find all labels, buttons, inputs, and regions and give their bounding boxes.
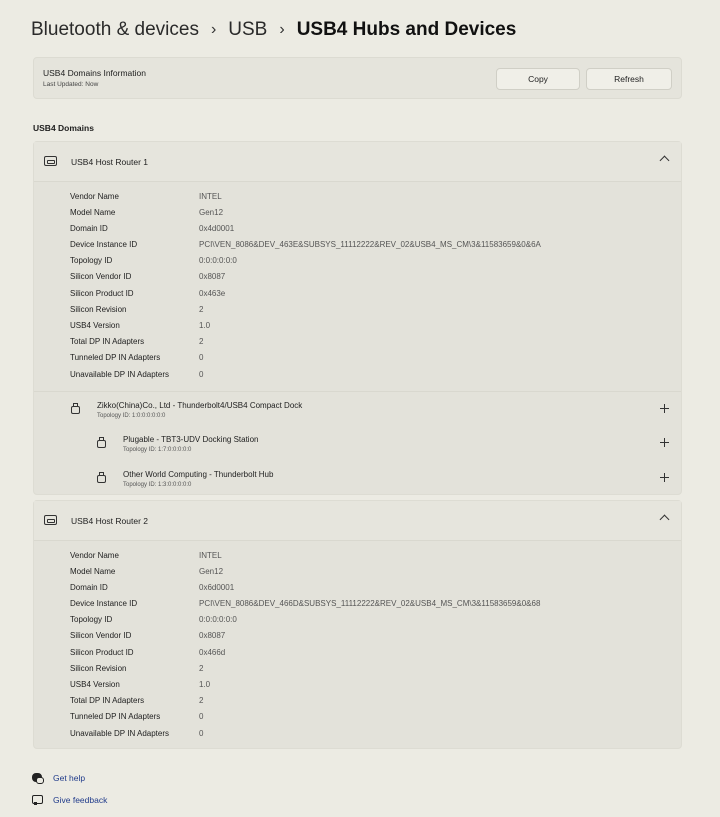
host-router-1-panel: USB4 Host Router 1 Vendor Name INTEL Mod… bbox=[33, 141, 682, 495]
prop-label: Tunneled DP IN Adapters bbox=[70, 712, 161, 721]
plus-icon[interactable] bbox=[660, 438, 669, 447]
device-owc-hub[interactable]: Other World Computing - Thunderbolt Hub … bbox=[34, 461, 681, 496]
prop-label: Topology ID bbox=[70, 615, 113, 624]
chevron-up-icon[interactable] bbox=[659, 155, 670, 166]
prop-value: 0x463e bbox=[199, 289, 226, 298]
prop-label: Total DP IN Adapters bbox=[70, 337, 145, 346]
prop-value: 0 bbox=[199, 729, 204, 738]
device-plugable-station[interactable]: Plugable - TBT3-UDV Docking Station Topo… bbox=[34, 426, 681, 461]
section-title: USB4 Domains bbox=[33, 123, 94, 133]
prop-value: 0x8087 bbox=[199, 272, 226, 281]
host-router-2-header[interactable]: USB4 Host Router 2 bbox=[34, 501, 681, 541]
prop-label: Model Name bbox=[70, 567, 116, 576]
breadcrumb-usb[interactable]: USB bbox=[228, 19, 267, 41]
last-updated-text: Last Updated: Now bbox=[43, 81, 99, 88]
get-help-label: Get help bbox=[53, 773, 86, 783]
device-title: Zikko(China)Co., Ltd - Thunderbolt4/USB4… bbox=[97, 401, 303, 410]
prop-label: Device Instance ID bbox=[70, 240, 138, 249]
prop-value: 2 bbox=[199, 696, 204, 705]
router-icon bbox=[44, 515, 57, 525]
prop-value: 0 bbox=[199, 353, 204, 362]
plus-icon[interactable] bbox=[660, 473, 669, 482]
device-zikko-dock[interactable]: Zikko(China)Co., Ltd - Thunderbolt4/USB4… bbox=[34, 391, 681, 426]
host-router-1-header[interactable]: USB4 Host Router 1 bbox=[34, 142, 681, 182]
host-router-2-panel: USB4 Host Router 2 Vendor Name INTEL Mod… bbox=[33, 500, 682, 749]
prop-value: Gen12 bbox=[199, 208, 224, 217]
prop-label: Vendor Name bbox=[70, 192, 119, 201]
prop-value: 0x8087 bbox=[199, 631, 226, 640]
prop-value: INTEL bbox=[199, 551, 222, 560]
device-topology: Topology ID: 1:0:0:0:0:0:0 bbox=[97, 413, 166, 419]
prop-value: 2 bbox=[199, 305, 204, 314]
prop-value: 0 bbox=[199, 370, 204, 379]
prop-label: Silicon Product ID bbox=[70, 648, 134, 657]
give-feedback-link[interactable]: Give feedback bbox=[31, 794, 107, 806]
prop-label: Silicon Vendor ID bbox=[70, 631, 132, 640]
refresh-button[interactable]: Refresh bbox=[586, 68, 672, 90]
copy-button[interactable]: Copy bbox=[496, 68, 580, 90]
usb-plug-icon bbox=[97, 472, 106, 484]
prop-value: Gen12 bbox=[199, 567, 224, 576]
device-title: Plugable - TBT3-UDV Docking Station bbox=[123, 435, 259, 444]
usb-plug-icon bbox=[71, 403, 80, 415]
device-topology: Topology ID: 1:3:0:0:0:0:0 bbox=[123, 482, 192, 488]
prop-value: 0:0:0:0:0:0 bbox=[199, 615, 237, 624]
prop-label: Silicon Product ID bbox=[70, 289, 134, 298]
chevron-right-icon: › bbox=[279, 21, 285, 38]
give-feedback-label: Give feedback bbox=[53, 795, 108, 805]
prop-label: USB4 Version bbox=[70, 680, 120, 689]
page-title: USB4 Hubs and Devices bbox=[296, 19, 517, 40]
prop-label: Topology ID bbox=[70, 256, 113, 265]
prop-value: 1.0 bbox=[199, 321, 211, 330]
get-help-link[interactable]: Get help bbox=[31, 772, 85, 784]
prop-label: Device Instance ID bbox=[70, 599, 138, 608]
prop-label: Domain ID bbox=[70, 224, 108, 233]
device-title: Other World Computing - Thunderbolt Hub bbox=[123, 470, 274, 479]
prop-value: PCI\VEN_8086&DEV_463E&SUBSYS_11112222&RE… bbox=[199, 240, 541, 249]
chevron-right-icon: › bbox=[210, 21, 217, 38]
prop-value: 2 bbox=[199, 337, 204, 346]
prop-value: 0:0:0:0:0:0 bbox=[199, 256, 237, 265]
usb-plug-icon bbox=[97, 437, 106, 449]
prop-label: Unavailable DP IN Adapters bbox=[70, 370, 170, 379]
prop-label: Model Name bbox=[70, 208, 116, 217]
prop-value: 0x4d0001 bbox=[199, 224, 235, 233]
prop-label: USB4 Version bbox=[70, 321, 120, 330]
feedback-icon bbox=[31, 794, 43, 806]
prop-value: 0 bbox=[199, 712, 204, 721]
breadcrumb: Bluetooth & devices › USB › USB4 Hubs an… bbox=[31, 19, 516, 41]
breadcrumb-bluetooth-devices[interactable]: Bluetooth & devices bbox=[31, 19, 199, 41]
prop-value: PCI\VEN_8086&DEV_466D&SUBSYS_11112222&RE… bbox=[199, 599, 541, 608]
prop-value: 2 bbox=[199, 664, 204, 673]
chevron-up-icon[interactable] bbox=[659, 514, 670, 525]
prop-value: 0x6d0001 bbox=[199, 583, 235, 592]
prop-label: Tunneled DP IN Adapters bbox=[70, 353, 161, 362]
prop-value: INTEL bbox=[199, 192, 222, 201]
prop-label: Unavailable DP IN Adapters bbox=[70, 729, 170, 738]
prop-value: 0x466d bbox=[199, 648, 226, 657]
router-icon bbox=[44, 156, 57, 166]
router-title: USB4 Host Router 1 bbox=[71, 157, 149, 167]
prop-label: Silicon Revision bbox=[70, 305, 127, 314]
prop-label: Domain ID bbox=[70, 583, 108, 592]
plus-icon[interactable] bbox=[660, 404, 669, 413]
prop-label: Total DP IN Adapters bbox=[70, 696, 145, 705]
prop-label: Vendor Name bbox=[70, 551, 119, 560]
info-title: USB4 Domains Information bbox=[43, 68, 146, 78]
domains-info-card: USB4 Domains Information Last Updated: N… bbox=[33, 57, 682, 99]
prop-value: 1.0 bbox=[199, 680, 211, 689]
router-title: USB4 Host Router 2 bbox=[71, 516, 149, 526]
help-chat-icon bbox=[31, 772, 44, 784]
prop-label: Silicon Revision bbox=[70, 664, 127, 673]
prop-label: Silicon Vendor ID bbox=[70, 272, 132, 281]
device-topology: Topology ID: 1:7:0:0:0:0:0 bbox=[123, 447, 192, 453]
